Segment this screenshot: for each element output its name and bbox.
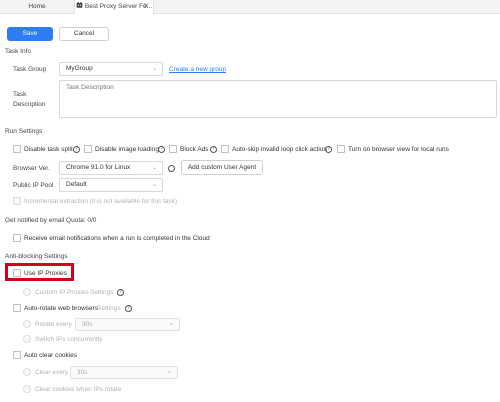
auto-rotate-checkbox[interactable]: [13, 304, 21, 312]
close-icon[interactable]: ✕: [143, 0, 149, 14]
add-user-agent-button[interactable]: Add custom User Agent: [181, 160, 263, 175]
proxy-settings-link[interactable]: Settings: [90, 289, 114, 296]
section-title-notify: Get notified by email Quota: 0/0: [5, 217, 97, 224]
incremental-checkbox[interactable]: [13, 197, 21, 205]
cancel-button[interactable]: Cancel: [59, 27, 109, 41]
clear-every-select[interactable]: 30s ⌄: [70, 366, 178, 379]
clear-every-value: 30s: [77, 369, 88, 376]
custom-ip-proxies-radio[interactable]: [23, 288, 31, 296]
rotate-every-label: Rotate every: [35, 321, 72, 328]
help-icon[interactable]: ?: [210, 146, 217, 153]
tab-label: Best Proxy Server Fo...: [84, 3, 153, 10]
chevron-down-icon: ⌄: [151, 66, 157, 72]
rotate-every-radio[interactable]: [23, 320, 31, 328]
create-group-link[interactable]: Create a new group: [169, 66, 226, 73]
chevron-down-icon: ⌄: [151, 182, 157, 188]
browser-ver-label: Browser Ver.: [13, 165, 50, 172]
tab-home[interactable]: Home: [0, 0, 74, 14]
disable-image-loading-checkbox[interactable]: [84, 145, 92, 153]
use-ip-proxies-checkbox[interactable]: [13, 269, 21, 277]
auto-clear-cookies-label: Auto clear cookies: [24, 352, 78, 359]
clear-every-label: Clear every: [35, 369, 69, 376]
clear-every-radio[interactable]: [23, 368, 31, 376]
clear-when-ips-label: Clear cookies when IPs rotate: [35, 386, 122, 393]
octoparse-logo-icon: [76, 2, 83, 8]
task-description-input[interactable]: [59, 80, 497, 118]
help-icon[interactable]: ?: [125, 305, 132, 312]
auto-rotate-label: Auto-rotate web browsers: [24, 305, 99, 312]
help-icon[interactable]: ?: [158, 146, 165, 153]
public-ip-pool-select[interactable]: Default ⌄: [59, 178, 163, 192]
browser-ver-value: Chrome 91.0 for Linux: [66, 164, 131, 171]
browser-view-label: Turn on browser view for local runs: [348, 146, 449, 153]
task-description-label-2: Description: [13, 101, 46, 108]
save-button[interactable]: Save: [7, 27, 53, 41]
disable-task-split-checkbox[interactable]: [13, 145, 21, 153]
tab-task[interactable]: Best Proxy Server Fo... ✕: [74, 0, 154, 14]
section-title-anti-blocking: Anti-blocking Settings: [5, 253, 68, 260]
help-icon[interactable]: ?: [73, 146, 80, 153]
switch-ips-label: Switch IPs concurrently: [35, 336, 103, 343]
rotate-every-value: 30s: [82, 321, 93, 328]
task-group-select[interactable]: MyGroup ⌄: [59, 62, 163, 76]
clear-when-ips-radio[interactable]: [23, 385, 31, 393]
public-ip-pool-value: Default: [66, 181, 87, 188]
browser-ver-select[interactable]: Chrome 91.0 for Linux ⌄: [59, 161, 163, 175]
switch-ips-radio[interactable]: [23, 335, 31, 343]
disable-image-loading-label: Disable image loading: [95, 146, 159, 153]
chevron-down-icon: ⌄: [168, 321, 174, 327]
section-title-run-settings: Run Settings: [5, 128, 43, 135]
chevron-down-icon: ⌄: [166, 369, 172, 375]
task-description-label: Task: [13, 91, 27, 98]
use-ip-proxies-label: Use IP Proxies: [24, 270, 67, 277]
incremental-label: Incremental extraction (it is not availa…: [24, 198, 178, 205]
chevron-down-icon: ⌄: [151, 165, 157, 171]
clock-icon[interactable]: [168, 165, 175, 172]
auto-skip-checkbox[interactable]: [221, 145, 229, 153]
auto-clear-cookies-checkbox[interactable]: [13, 351, 21, 359]
custom-ip-proxies-label: Custom IP Proxies: [35, 289, 89, 296]
block-ads-checkbox[interactable]: [169, 145, 177, 153]
help-icon[interactable]: ?: [325, 146, 332, 153]
block-ads-label: Block Ads: [180, 146, 209, 153]
public-ip-pool-label: Public IP Pool: [13, 182, 54, 189]
section-title-task-info: Task Info: [5, 48, 32, 55]
email-notify-label: Receive email notifications when a run i…: [24, 235, 210, 242]
disable-task-split-label: Disable task split: [24, 146, 73, 153]
task-group-value: MyGroup: [66, 65, 93, 72]
help-icon[interactable]: ?: [117, 289, 124, 296]
rotate-every-select[interactable]: 30s ⌄: [75, 318, 180, 331]
task-group-label: Task Group: [13, 66, 47, 73]
auto-skip-label: Auto-skip invalid loop click action: [232, 146, 328, 153]
auto-rotate-settings-link[interactable]: Settings: [97, 305, 121, 312]
browser-view-checkbox[interactable]: [337, 145, 345, 153]
tab-label: Home: [28, 3, 46, 10]
email-notify-checkbox[interactable]: [13, 234, 21, 242]
